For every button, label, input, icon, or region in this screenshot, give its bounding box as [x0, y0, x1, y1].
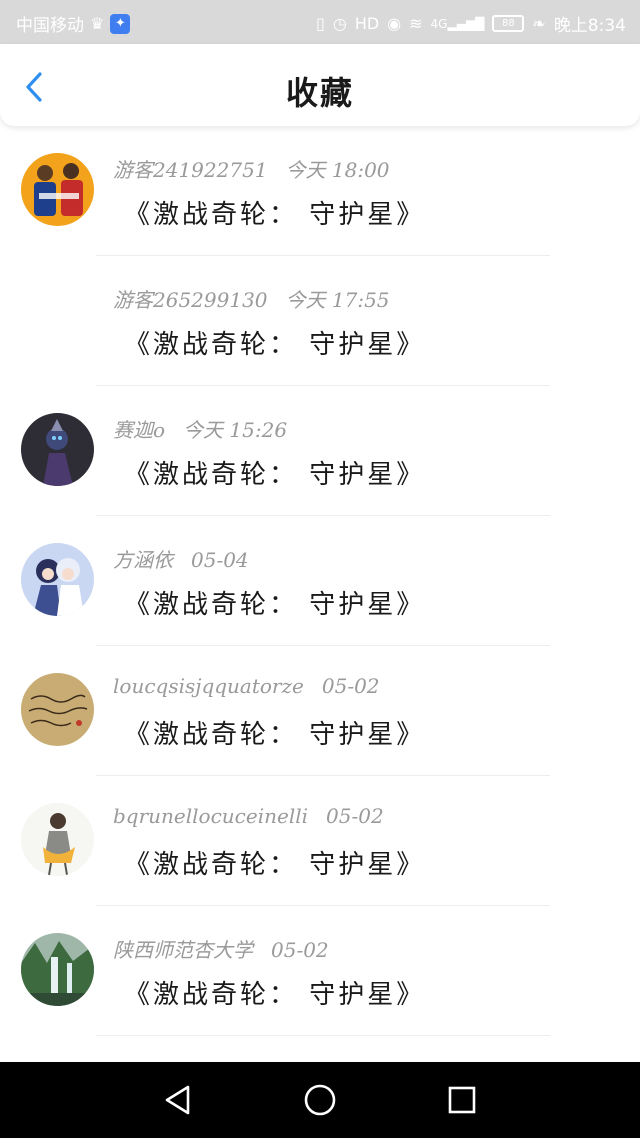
user-name[interactable]: loucqsisjqquatorze — [113, 674, 304, 698]
avatar[interactable] — [21, 803, 94, 876]
post-time: 今天 17:55 — [285, 288, 390, 312]
app-header: 收藏 — [0, 44, 640, 126]
navigation-bar — [0, 1062, 640, 1138]
post-time: 05-04 — [191, 548, 249, 572]
avatar[interactable] — [21, 153, 94, 226]
recent-square-icon — [448, 1086, 476, 1114]
user-name[interactable]: 赛迦o — [113, 418, 165, 442]
list-item[interactable]: 游客265299130 今天 17:55 《激战奇轮： 守护星》 — [0, 256, 640, 386]
hd-icon: HD — [354, 13, 380, 33]
user-name[interactable]: 方涵依 — [113, 548, 173, 572]
list-item[interactable]: 方涵依 05-04 《激战奇轮： 守护星》 — [0, 516, 640, 646]
item-meta: 赛迦o 今天 15:26 — [113, 414, 287, 443]
vibrate-icon: ▯ — [316, 13, 325, 33]
signal-icon: 4G▂▄▆█ — [430, 16, 485, 31]
clock-label: 晚上8:34 — [553, 16, 626, 36]
item-title[interactable]: 《激战奇轮： 守护星》 — [124, 454, 425, 491]
item-meta: loucqsisjqquatorze 05-02 — [113, 674, 380, 698]
avatar[interactable] — [21, 673, 94, 746]
carrier-label: 中国移动 — [16, 16, 84, 36]
item-title[interactable]: 《激战奇轮： 守护星》 — [124, 844, 425, 881]
post-time: 05-02 — [271, 938, 329, 962]
item-title[interactable]: 《激战奇轮： 守护星》 — [124, 324, 425, 361]
item-meta: 陕西师范杏大学 05-02 — [113, 934, 329, 963]
status-bar: 中国移动 ♛ ✦ ▯ ◷ HD ◉ ≋ 4G▂▄▆█ 88 ❧ 晚上8:34 — [0, 0, 640, 44]
leaf-icon: ❧ — [532, 13, 546, 33]
anime-couple-avatar-icon — [21, 543, 94, 616]
nav-home-button[interactable] — [302, 1082, 338, 1118]
post-time: 05-02 — [326, 804, 384, 828]
status-left: 中国移动 ♛ ✦ — [16, 11, 131, 36]
avatar[interactable] — [21, 933, 94, 1006]
post-time: 今天 18:00 — [285, 158, 390, 182]
orange-team-avatar-icon — [21, 153, 94, 226]
item-title[interactable]: 《激战奇轮： 守护星》 — [124, 584, 425, 621]
nav-back-button[interactable] — [160, 1082, 196, 1118]
avatar[interactable] — [21, 543, 94, 616]
item-title[interactable]: 《激战奇轮： 守护星》 — [124, 974, 425, 1011]
user-name[interactable]: 陕西师范杏大学 — [113, 938, 253, 962]
status-right: ▯ ◷ HD ◉ ≋ 4G▂▄▆█ 88 ❧ 晚上8:34 — [316, 11, 626, 37]
user-name[interactable]: bqrunellocuceinelli — [113, 804, 308, 828]
item-meta: bqrunellocuceinelli 05-02 — [113, 804, 384, 828]
list-item[interactable]: loucqsisjqquatorze 05-02 《激战奇轮： 守护星》 — [0, 646, 640, 776]
user-name[interactable]: 游客265299130 — [113, 288, 268, 312]
handwriting-avatar-icon — [21, 673, 94, 746]
network-label: 4G — [430, 16, 448, 31]
lightbulb-icon: ✦ — [110, 13, 131, 34]
sketch-girl-avatar-icon — [21, 803, 94, 876]
battery-level: 88 — [502, 18, 515, 29]
item-title[interactable]: 《激战奇轮： 守护星》 — [124, 194, 425, 231]
post-time: 今天 15:26 — [183, 418, 288, 442]
list-item[interactable]: 陕西师范杏大学 05-02 《激战奇轮： 守护星》 — [0, 906, 640, 1036]
avatar[interactable] — [21, 413, 94, 486]
favorites-list: 游客241922751 今天 18:00 《激战奇轮： 守护星》 游客265299… — [0, 126, 640, 1036]
page-title: 收藏 — [285, 74, 354, 112]
back-triangle-icon — [165, 1085, 190, 1115]
eye-icon: ◉ — [387, 13, 402, 33]
home-circle-icon — [304, 1084, 336, 1116]
item-meta: 游客241922751 今天 18:00 — [113, 154, 390, 183]
wifi-icon: ≋ — [409, 13, 423, 33]
list-item[interactable]: 游客241922751 今天 18:00 《激战奇轮： 守护星》 — [0, 126, 640, 256]
post-time: 05-02 — [321, 674, 380, 698]
waterfall-avatar-icon — [21, 933, 94, 1006]
hero-dark-avatar-icon — [21, 413, 94, 486]
item-meta: 游客265299130 今天 17:55 — [113, 284, 390, 313]
item-meta: 方涵依 05-04 — [113, 544, 249, 573]
user-name[interactable]: 游客241922751 — [113, 158, 268, 182]
divider — [96, 1035, 550, 1036]
list-item[interactable]: bqrunellocuceinelli 05-02 《激战奇轮： 守护星》 — [0, 776, 640, 906]
alarm-icon: ◷ — [332, 13, 347, 33]
battery-icon: 88 — [492, 15, 525, 32]
nav-recent-button[interactable] — [444, 1082, 480, 1118]
trophy-icon: ♛ — [90, 13, 105, 33]
list-item[interactable]: 赛迦o 今天 15:26 《激战奇轮： 守护星》 — [0, 386, 640, 516]
item-title[interactable]: 《激战奇轮： 守护星》 — [124, 714, 425, 751]
